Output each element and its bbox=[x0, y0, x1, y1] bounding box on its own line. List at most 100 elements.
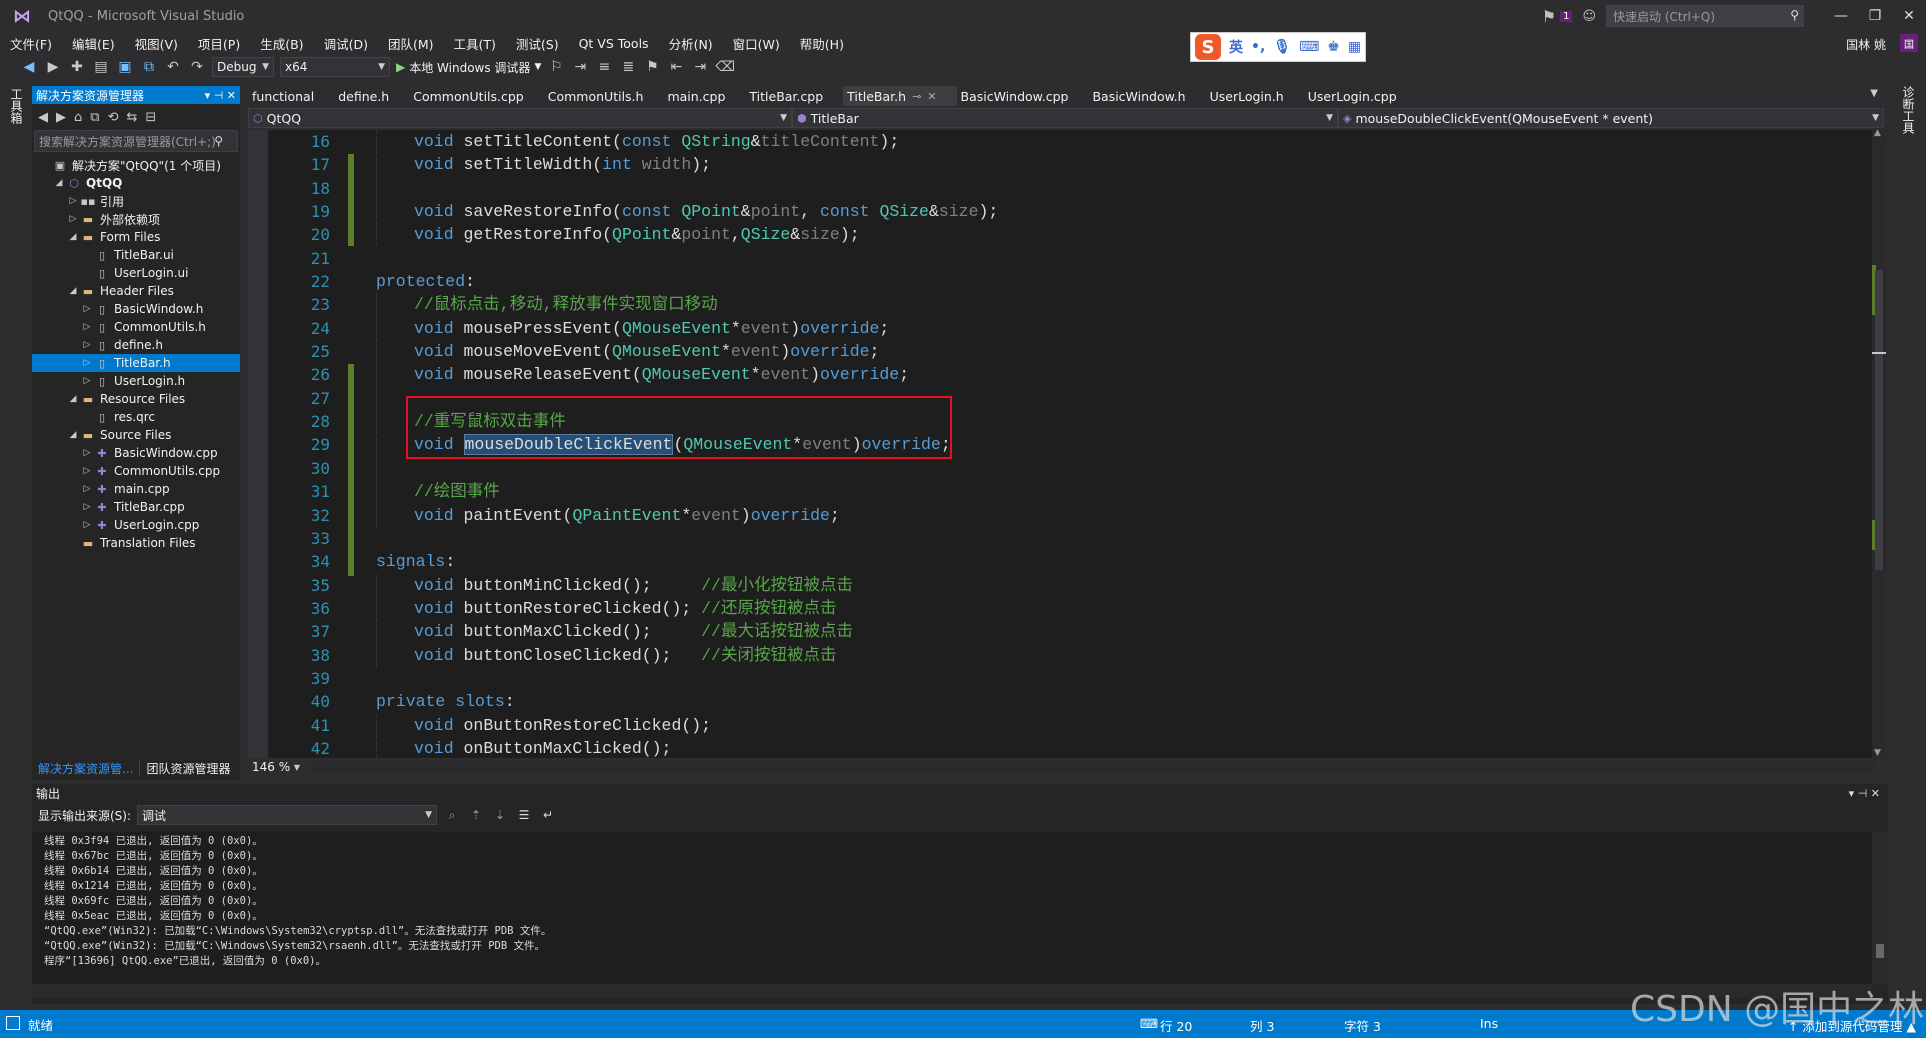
notification-flag-icon[interactable]: ⚑ bbox=[1542, 7, 1556, 26]
menu-tools[interactable]: 工具(T) bbox=[444, 34, 506, 53]
tree-item[interactable]: ▷ ▯ UserLogin.h bbox=[32, 372, 240, 390]
menu-qt-vs-tools[interactable]: Qt VS Tools bbox=[569, 36, 659, 51]
editor-vertical-scrollbar[interactable]: ▲ ▼ bbox=[1872, 128, 1886, 758]
ime-toolbar[interactable]: S 英 •, 🎙 ⌨ ♚ ▦ bbox=[1190, 32, 1366, 62]
quick-launch-input[interactable]: 快速启动 (Ctrl+Q) ⚲ bbox=[1606, 5, 1804, 27]
tab-document[interactable]: BasicWindow.h bbox=[1088, 86, 1205, 106]
menu-debug[interactable]: 调试(D) bbox=[314, 34, 378, 53]
toolbox-grid-icon[interactable]: ▦ bbox=[1348, 39, 1361, 55]
scroll-down-icon[interactable]: ▼ bbox=[1874, 748, 1881, 758]
code-line[interactable] bbox=[376, 667, 1856, 690]
expand-arrow-icon[interactable]: ◢ bbox=[52, 178, 66, 188]
tab-document[interactable]: define.h bbox=[334, 86, 409, 106]
comment-icon[interactable]: ≡ bbox=[595, 59, 613, 75]
code-line[interactable]: void buttonMinClicked(); //最小化按钮被点击 bbox=[376, 573, 1856, 597]
word-wrap-icon[interactable]: ↵ bbox=[539, 808, 557, 822]
expand-arrow-icon[interactable]: ◢ bbox=[66, 430, 80, 440]
toolbox-tab[interactable]: 工具箱 bbox=[8, 88, 25, 124]
scroll-up-icon[interactable]: ▲ bbox=[1874, 128, 1881, 138]
menu-team[interactable]: 团队(M) bbox=[378, 34, 444, 53]
tree-item[interactable]: ▷ ✚ UserLogin.cpp bbox=[32, 516, 240, 534]
tree-item[interactable]: ◢ ▬ Header Files bbox=[32, 282, 240, 300]
tab-document[interactable]: BasicWindow.cpp bbox=[957, 86, 1089, 106]
code-line[interactable] bbox=[376, 176, 1856, 200]
clear-all-icon[interactable]: ☰ bbox=[515, 808, 533, 822]
expand-arrow-icon[interactable]: ◢ bbox=[66, 286, 80, 296]
collapse-arrow-icon[interactable]: ▷ bbox=[80, 322, 94, 332]
keyboard-icon[interactable]: ⌨ bbox=[1299, 39, 1319, 55]
output-text[interactable]: 线程 0x3f94 已退出, 返回值为 0 (0x0)。 线程 0x67bc 已退… bbox=[32, 832, 1872, 984]
uncomment-icon[interactable]: ≣ bbox=[619, 59, 637, 75]
clear-bookmarks-icon[interactable]: ⌫ bbox=[715, 59, 735, 75]
tree-item[interactable]: ▷ ✚ main.cpp bbox=[32, 480, 240, 498]
collapse-arrow-icon[interactable]: ▷ bbox=[80, 502, 94, 512]
menu-file[interactable]: 文件(F) bbox=[0, 34, 62, 53]
code-line[interactable]: //鼠标点击,移动,释放事件实现窗口移动 bbox=[376, 293, 1856, 317]
indicator-margin[interactable] bbox=[248, 130, 268, 758]
forward-icon[interactable]: ▶ bbox=[56, 110, 66, 125]
feedback-icon[interactable]: ☺ bbox=[1582, 9, 1596, 24]
tree-item[interactable]: ▷ ✚ CommonUtils.cpp bbox=[32, 462, 240, 480]
code-line[interactable]: void buttonCloseClicked(); //关闭按钮被点击 bbox=[376, 643, 1856, 667]
prev-message-icon[interactable]: ⇡ bbox=[467, 808, 485, 822]
tree-item[interactable]: ▷ ▪▪ 引用 bbox=[32, 192, 240, 210]
output-horizontal-scrollbar[interactable] bbox=[32, 984, 1872, 998]
code-line[interactable] bbox=[376, 247, 1856, 270]
collapse-all-icon[interactable]: ⊟ bbox=[145, 110, 156, 125]
code-line[interactable]: void mouseReleaseEvent(QMouseEvent*event… bbox=[376, 363, 1856, 387]
tab-document[interactable]: TitleBar.cpp bbox=[745, 86, 843, 106]
collapse-arrow-icon[interactable]: ▷ bbox=[66, 214, 80, 224]
expand-arrow-icon[interactable]: ◢ bbox=[66, 394, 80, 404]
collapse-arrow-icon[interactable]: ▷ bbox=[80, 466, 94, 476]
sync-icon[interactable]: ⇆ bbox=[126, 110, 137, 125]
editor-horizontal-scrollbar[interactable] bbox=[312, 761, 1874, 773]
code-line[interactable]: void getRestoreInfo(QPoint&point,QSize&s… bbox=[376, 223, 1856, 247]
collapse-arrow-icon[interactable]: ▷ bbox=[80, 448, 94, 458]
code-line[interactable]: void paintEvent(QPaintEvent*event)overri… bbox=[376, 503, 1856, 527]
open-file-icon[interactable]: ▤ bbox=[92, 59, 110, 75]
browser-link-icon[interactable]: ⚐ bbox=[547, 59, 565, 75]
microphone-icon[interactable]: 🎙 bbox=[1273, 39, 1291, 55]
start-debugging-button[interactable]: ▶ 本地 Windows 调试器 ▼ bbox=[396, 59, 541, 76]
project-dropdown[interactable]: ⬡ QtQQ ▼ bbox=[248, 108, 792, 128]
avatar[interactable]: 国 bbox=[1900, 34, 1918, 52]
close-button[interactable]: ✕ bbox=[1892, 8, 1926, 24]
tree-item[interactable]: ▷ ✚ TitleBar.cpp bbox=[32, 498, 240, 516]
find-message-icon[interactable]: ⌕ bbox=[443, 808, 461, 823]
search-icon[interactable]: ⚲ bbox=[214, 134, 223, 148]
tree-item[interactable]: ◢ ⬡ QtQQ bbox=[32, 174, 240, 192]
user-name[interactable]: 国林 姚 bbox=[1846, 36, 1886, 53]
code-line[interactable] bbox=[376, 456, 1856, 480]
class-dropdown[interactable]: ⬢ TitleBar ▼ bbox=[792, 108, 1338, 128]
code-line[interactable]: void setTitleWidth(int width); bbox=[376, 153, 1856, 177]
collapse-arrow-icon[interactable]: ▷ bbox=[80, 304, 94, 314]
tab-overflow-icon[interactable]: ▼ bbox=[1870, 88, 1878, 99]
tree-item[interactable]: ▷ ▬ 外部依赖项 bbox=[32, 210, 240, 228]
next-message-icon[interactable]: ⇣ bbox=[491, 808, 509, 822]
tab-solution-explorer[interactable]: 解决方案资源管... bbox=[32, 760, 139, 777]
switch-view-icon[interactable]: ⧉ bbox=[90, 110, 99, 125]
code-line[interactable]: void onButtonRestoreClicked(); bbox=[376, 713, 1856, 737]
tab-document[interactable]: CommonUtils.h bbox=[544, 86, 664, 106]
solution-explorer-search-input[interactable]: 搜索解决方案资源管理器(Ctrl+;) ⚲ bbox=[34, 130, 238, 152]
member-dropdown[interactable]: ◈ mouseDoubleClickEvent(QMouseEvent * eve… bbox=[1338, 108, 1884, 128]
close-tab-icon[interactable]: ✕ bbox=[927, 90, 936, 103]
save-all-icon[interactable]: ⧉ bbox=[140, 59, 158, 75]
new-project-icon[interactable]: ✚ bbox=[68, 59, 86, 75]
code-line[interactable]: void setTitleContent(const QString&title… bbox=[376, 130, 1856, 153]
output-vertical-scrollbar[interactable] bbox=[1872, 832, 1888, 984]
tree-item[interactable]: ▯ UserLogin.ui bbox=[32, 264, 240, 282]
tab-document[interactable]: functional bbox=[248, 86, 334, 106]
add-to-source-control-button[interactable]: ↑ 添加到源代码管理 ▲ bbox=[1788, 1016, 1916, 1035]
undo-icon[interactable]: ↶ bbox=[164, 59, 182, 75]
expand-arrow-icon[interactable]: ◢ bbox=[66, 232, 80, 242]
zoom-dropdown[interactable]: 146 % ▼ bbox=[248, 758, 302, 776]
pin-icon[interactable]: ⊸ bbox=[912, 90, 921, 103]
tree-item[interactable]: ▷ ▯ CommonUtils.h bbox=[32, 318, 240, 336]
tree-item[interactable]: ▯ TitleBar.ui bbox=[32, 246, 240, 264]
code-line[interactable]: protected: bbox=[376, 270, 1856, 293]
forward-icon[interactable]: ▶ bbox=[44, 59, 62, 75]
next-bookmark-icon[interactable]: ⇥ bbox=[691, 59, 709, 75]
tree-item[interactable]: ▬ Translation Files bbox=[32, 534, 240, 552]
tab-document[interactable]: CommonUtils.cpp bbox=[409, 86, 544, 106]
